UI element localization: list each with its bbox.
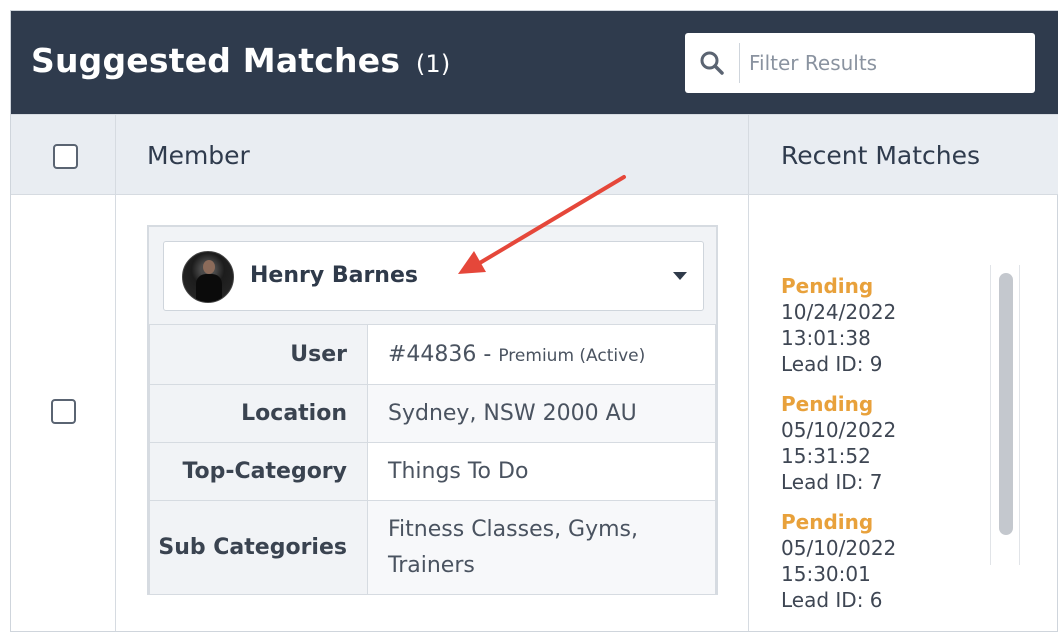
- annotation-arrow-icon: [458, 175, 626, 274]
